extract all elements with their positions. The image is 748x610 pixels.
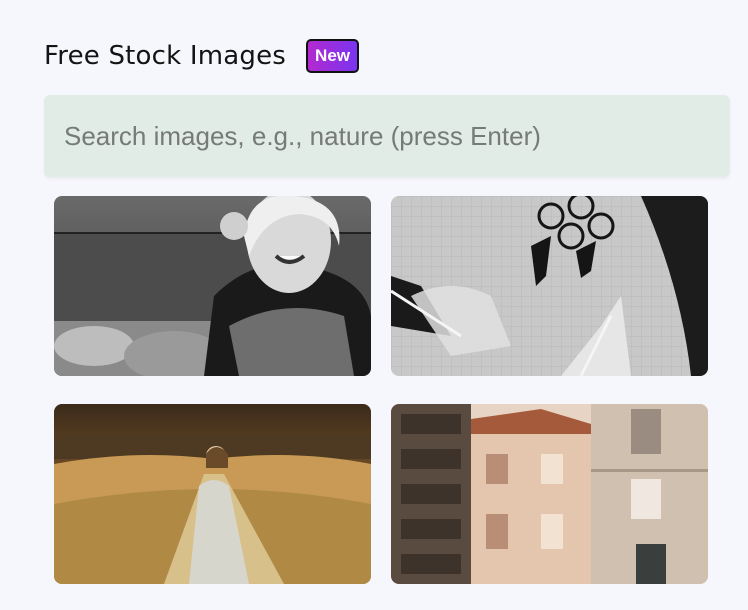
panel-title: Free Stock Images bbox=[44, 41, 287, 71]
image-thumbnail[interactable] bbox=[54, 196, 371, 376]
woman-in-field-photo bbox=[54, 404, 371, 584]
image-thumbnail[interactable] bbox=[391, 404, 708, 584]
image-thumbnail[interactable] bbox=[54, 404, 371, 584]
new-badge: New bbox=[306, 39, 360, 73]
panel-header: Free Stock Images New bbox=[44, 36, 360, 76]
bicycle-shadows-photo bbox=[391, 196, 708, 376]
image-search-input[interactable] bbox=[44, 95, 730, 177]
image-thumbnail[interactable] bbox=[391, 196, 708, 376]
stock-images-panel: Free Stock Images New bbox=[0, 0, 748, 610]
woman-smiling-photo bbox=[54, 196, 371, 376]
old-buildings-photo bbox=[391, 404, 708, 584]
